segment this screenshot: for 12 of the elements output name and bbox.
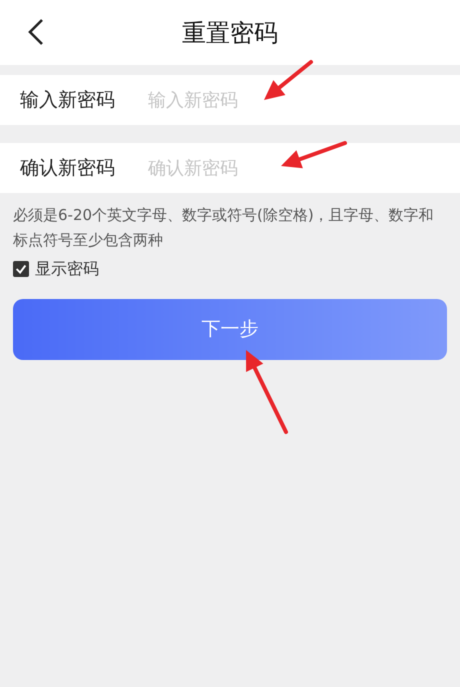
show-password-label: 显示密码 [35, 258, 99, 280]
annotation-arrow [281, 141, 347, 168]
next-button[interactable]: 下一步 [13, 299, 447, 360]
show-password-checkbox[interactable] [13, 261, 29, 277]
password-hint: 必须是6-20个英文字母、数字或符号(除空格)，且字母、数字和标点符号至少包含两种 [13, 205, 435, 251]
password-field[interactable]: 输入新密码 [148, 75, 460, 125]
field-label: 输入新密码 [0, 75, 148, 125]
field-label: 确认新密码 [0, 143, 148, 193]
page-title: 重置密码 [182, 18, 278, 48]
back-icon[interactable] [26, 18, 46, 46]
password-field[interactable]: 确认新密码 [148, 143, 460, 193]
annotation-arrow [264, 60, 313, 100]
